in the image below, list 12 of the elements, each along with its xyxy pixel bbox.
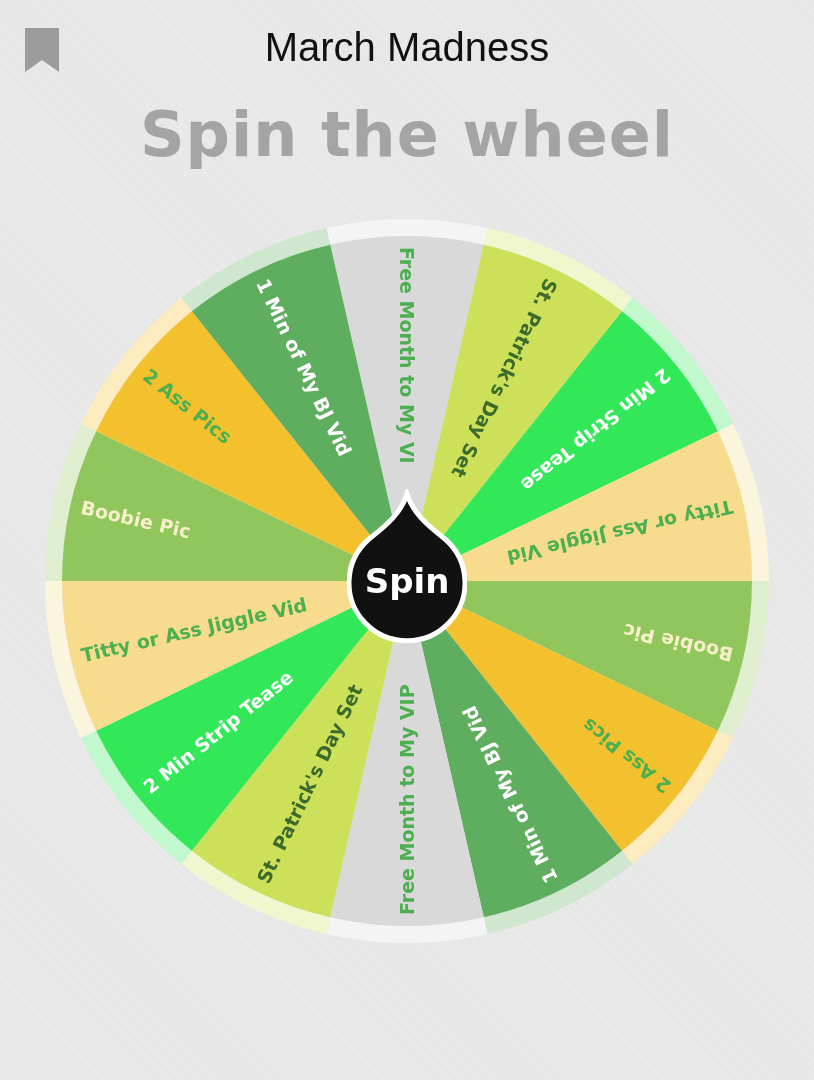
segment-label: Free Month to My VI <box>396 247 418 464</box>
page-title: March Madness <box>264 24 550 70</box>
spin-button[interactable]: Spin <box>347 489 467 645</box>
segment-label: 1 Min of My BJ Vid <box>457 702 562 887</box>
bookmark-icon[interactable] <box>25 28 59 72</box>
segment-label: 1 Min of My BJ Vid <box>252 275 357 460</box>
segment-label: Free Month to My VIP <box>396 684 418 915</box>
segment-label: Boobie Pic <box>621 619 736 667</box>
segment-label: Titty or Ass Jiggle Vid <box>78 593 309 667</box>
heading: Spin the wheel <box>139 98 675 171</box>
segment-label: Titty or Ass Jiggle Vid <box>505 495 736 569</box>
segment-label: Boobie Pic <box>78 495 193 543</box>
